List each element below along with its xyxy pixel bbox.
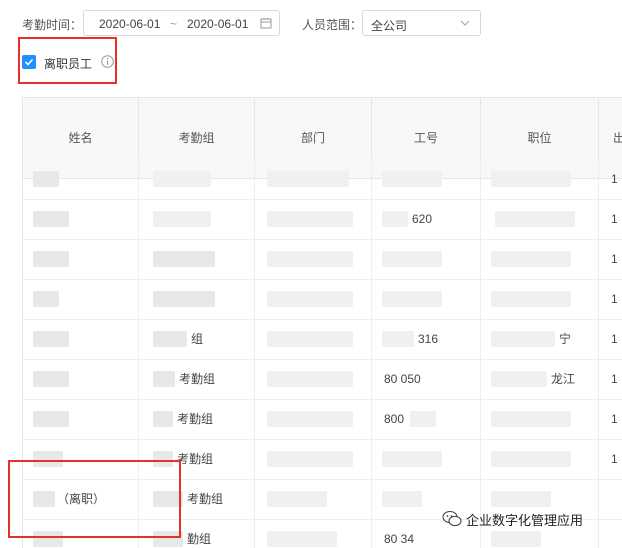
- cell-name: [23, 159, 139, 199]
- table-row[interactable]: 考勤组 800 1: [23, 399, 622, 440]
- cell-group: [139, 279, 255, 319]
- cell-name: [23, 399, 139, 439]
- cell-id: 620: [372, 199, 481, 239]
- watermark-text: 企业数字化管理应用: [466, 513, 584, 528]
- cell-dept: [255, 479, 372, 519]
- cell-attendance: 1: [611, 332, 618, 346]
- calendar-icon[interactable]: [260, 17, 272, 29]
- table-row[interactable]: 1: [23, 279, 622, 320]
- cell-dept: [255, 239, 372, 279]
- cell-id: 80 050: [372, 359, 481, 399]
- table-row[interactable]: 组 316 宁 1: [23, 319, 622, 360]
- cell-name: [23, 279, 139, 319]
- table-row[interactable]: 1: [23, 239, 622, 280]
- cell-dept: [255, 199, 372, 239]
- cell-group: [139, 239, 255, 279]
- highlight-box-resigned-name: [8, 460, 181, 538]
- cell-dept: [255, 519, 372, 548]
- cell-id: [372, 439, 481, 479]
- cell-attendance: 1: [611, 212, 618, 226]
- cell-dept: [255, 399, 372, 439]
- cell-attendance: 1: [611, 292, 618, 306]
- date-separator: ~: [170, 17, 178, 31]
- cell-position: [481, 439, 599, 479]
- cell-group: [139, 199, 255, 239]
- cell-id: [372, 279, 481, 319]
- cell-id: [372, 239, 481, 279]
- date-range-label: 考勤时间：: [22, 18, 83, 32]
- cell-attendance: 1: [611, 172, 618, 186]
- table-row[interactable]: 1: [23, 159, 622, 200]
- chevron-down-icon: [460, 20, 470, 26]
- cell-attendance: 1: [611, 252, 618, 266]
- resigned-employee-label[interactable]: 离职员工: [44, 55, 92, 72]
- cell-attendance: 1: [611, 372, 618, 386]
- cell-id: [372, 159, 481, 199]
- cell-dept: [255, 279, 372, 319]
- filter-bar: 考勤时间： 2020-06-01 ~ 2020-06-01 人员范围： 全公司: [0, 8, 622, 38]
- cell-id: 80 34: [372, 519, 481, 548]
- resigned-employee-checkbox[interactable]: [22, 55, 36, 69]
- cell-group: 组: [139, 319, 255, 359]
- cell-position: 宁: [481, 319, 599, 359]
- scope-value: 全公司: [371, 19, 408, 33]
- cell-attendance: 1: [611, 412, 618, 426]
- cell-name: [23, 199, 139, 239]
- cell-name: [23, 359, 139, 399]
- cell-attendance: [599, 519, 622, 548]
- cell-position: [481, 159, 599, 199]
- cell-position: [481, 279, 599, 319]
- scope-label: 人员范围：: [302, 18, 363, 32]
- date-end[interactable]: 2020-06-01: [187, 17, 248, 31]
- cell-group: 考勤组: [139, 399, 255, 439]
- cell-dept: [255, 439, 372, 479]
- cell-dept: [255, 359, 372, 399]
- check-icon: [24, 58, 34, 66]
- table-row[interactable]: 考勤组 80 050 龙江 1: [23, 359, 622, 400]
- date-start[interactable]: 2020-06-01: [99, 17, 160, 31]
- wechat-icon: [442, 510, 462, 527]
- cell-attendance: 1: [611, 452, 618, 466]
- cell-position: 龙江: [481, 359, 599, 399]
- date-range-picker[interactable]: 2020-06-01 ~ 2020-06-01: [83, 10, 280, 36]
- cell-group: 考勤组: [139, 359, 255, 399]
- cell-position: [481, 239, 599, 279]
- cell-position: [481, 199, 599, 239]
- cell-dept: [255, 319, 372, 359]
- table-row[interactable]: 620 1: [23, 199, 622, 240]
- cell-group: [139, 159, 255, 199]
- info-icon[interactable]: [101, 55, 114, 68]
- cell-id: [372, 479, 481, 519]
- scope-select[interactable]: 全公司: [362, 10, 481, 36]
- cell-attendance: [599, 479, 622, 519]
- cell-position: [481, 399, 599, 439]
- cell-dept: [255, 159, 372, 199]
- cell-name: [23, 319, 139, 359]
- cell-name: [23, 239, 139, 279]
- cell-id: 800: [372, 399, 481, 439]
- cell-id: 316: [372, 319, 481, 359]
